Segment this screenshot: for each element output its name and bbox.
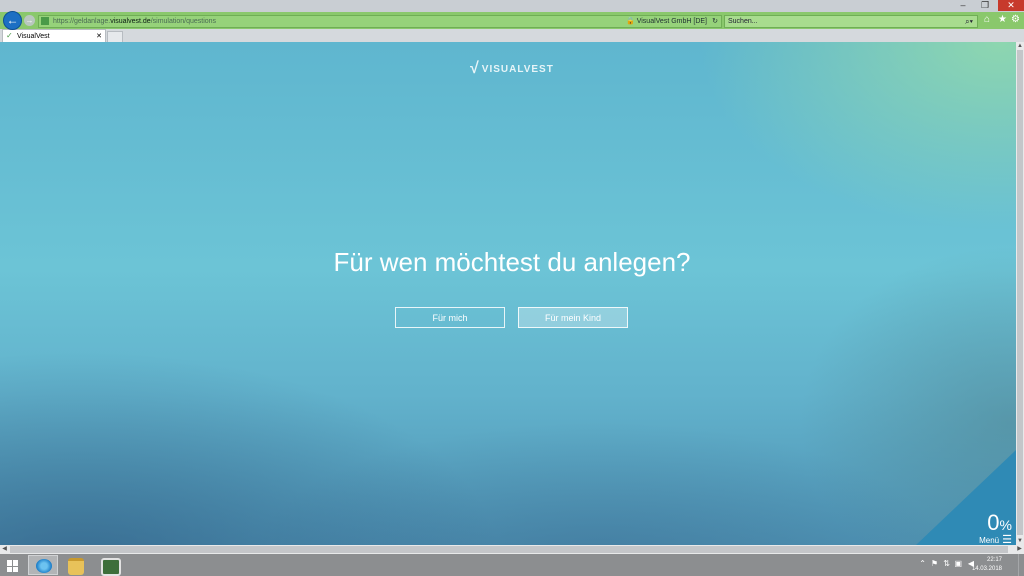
- clock-time: 22:17: [986, 557, 1002, 563]
- settings-gear-icon[interactable]: ⚙: [1011, 14, 1020, 26]
- flag-icon[interactable]: ⚑: [931, 559, 938, 568]
- home-icon[interactable]: ⌂: [984, 14, 990, 26]
- tray-expand-icon[interactable]: ⌃: [919, 559, 926, 568]
- windows-logo-icon: [7, 560, 19, 572]
- address-bar[interactable]: https://geldanlage.visualvest.de/simulat…: [38, 15, 722, 28]
- logo-text: VISUALVEST: [481, 63, 554, 75]
- hamburger-icon: ☰: [1002, 534, 1012, 546]
- scroll-right-icon[interactable]: ▶: [1015, 545, 1024, 554]
- network-icon[interactable]: ⇅: [943, 559, 950, 568]
- question-heading: Für wen möchtest du anlegen?: [333, 247, 691, 277]
- search-icon[interactable]: ⌕▾: [965, 16, 973, 27]
- url-text: https://geldanlage.visualvest.de/simulat…: [53, 18, 217, 25]
- folder-icon: [68, 558, 84, 575]
- scroll-down-icon[interactable]: ▼: [1016, 537, 1024, 545]
- horizontal-scroll-thumb[interactable]: [10, 546, 1008, 553]
- horizontal-scrollbar[interactable]: ◀ ▶: [0, 545, 1024, 554]
- search-placeholder: Suchen...: [728, 18, 758, 25]
- minimize-icon[interactable]: –: [954, 0, 972, 11]
- progress-indicator: 0%: [987, 512, 1012, 536]
- vertical-scroll-thumb[interactable]: [1017, 50, 1023, 535]
- progress-value: 0: [987, 510, 1000, 535]
- taskbar-store[interactable]: [94, 555, 124, 576]
- search-input[interactable]: Suchen... ⌕▾: [724, 15, 978, 28]
- system-clock[interactable]: 22:17 14.03.2018: [972, 556, 1002, 574]
- start-button[interactable]: [0, 555, 30, 575]
- favorites-star-icon[interactable]: ★: [998, 14, 1007, 26]
- answer-for-me-button[interactable]: Für mich: [395, 307, 505, 328]
- visualvest-logo[interactable]: √ VISUALVEST: [470, 59, 554, 79]
- tab-favicon-icon: ✓: [6, 31, 13, 40]
- forward-button[interactable]: →: [24, 15, 35, 26]
- taskbar-file-explorer[interactable]: [61, 555, 91, 575]
- internet-explorer-icon: [36, 559, 52, 573]
- taskbar-internet-explorer[interactable]: [28, 555, 58, 575]
- tab-bar: [0, 29, 1024, 43]
- store-icon: [101, 558, 121, 576]
- clock-date: 14.03.2018: [971, 566, 1002, 572]
- tab-visualvest[interactable]: ✓ VisualVest ✕: [2, 29, 106, 43]
- scroll-up-icon[interactable]: ▲: [1016, 42, 1024, 50]
- lock-icon[interactable]: 🔒: [626, 16, 635, 27]
- back-button[interactable]: ←: [3, 11, 22, 30]
- certificate-label[interactable]: VisualVest GmbH [DE]: [637, 16, 707, 27]
- site-favicon-icon: [41, 17, 49, 25]
- display-icon[interactable]: ▣: [954, 559, 962, 568]
- restore-icon[interactable]: ❐: [976, 0, 994, 11]
- menu-label: Menü: [979, 536, 1000, 545]
- menu-button[interactable]: Menü ☰: [979, 534, 1012, 546]
- logo-mark-icon: √: [470, 60, 479, 77]
- window-titlebar: – ❐ ✕: [0, 0, 1024, 12]
- close-window-icon[interactable]: ✕: [998, 0, 1024, 11]
- taskbar: ⌃ ⚑ ⇅ ▣ ◀ 22:17 14.03.2018: [0, 554, 1024, 576]
- show-desktop-button[interactable]: [1018, 554, 1024, 576]
- vertical-scrollbar[interactable]: ▲ ▼: [1016, 42, 1024, 545]
- progress-symbol: %: [999, 517, 1012, 533]
- refresh-icon[interactable]: ↻: [712, 16, 718, 27]
- scroll-left-icon[interactable]: ◀: [0, 545, 9, 554]
- answer-for-child-button[interactable]: Für mein Kind: [518, 307, 628, 328]
- page-content: √ VISUALVEST Für wen möchtest du anlegen…: [0, 42, 1016, 545]
